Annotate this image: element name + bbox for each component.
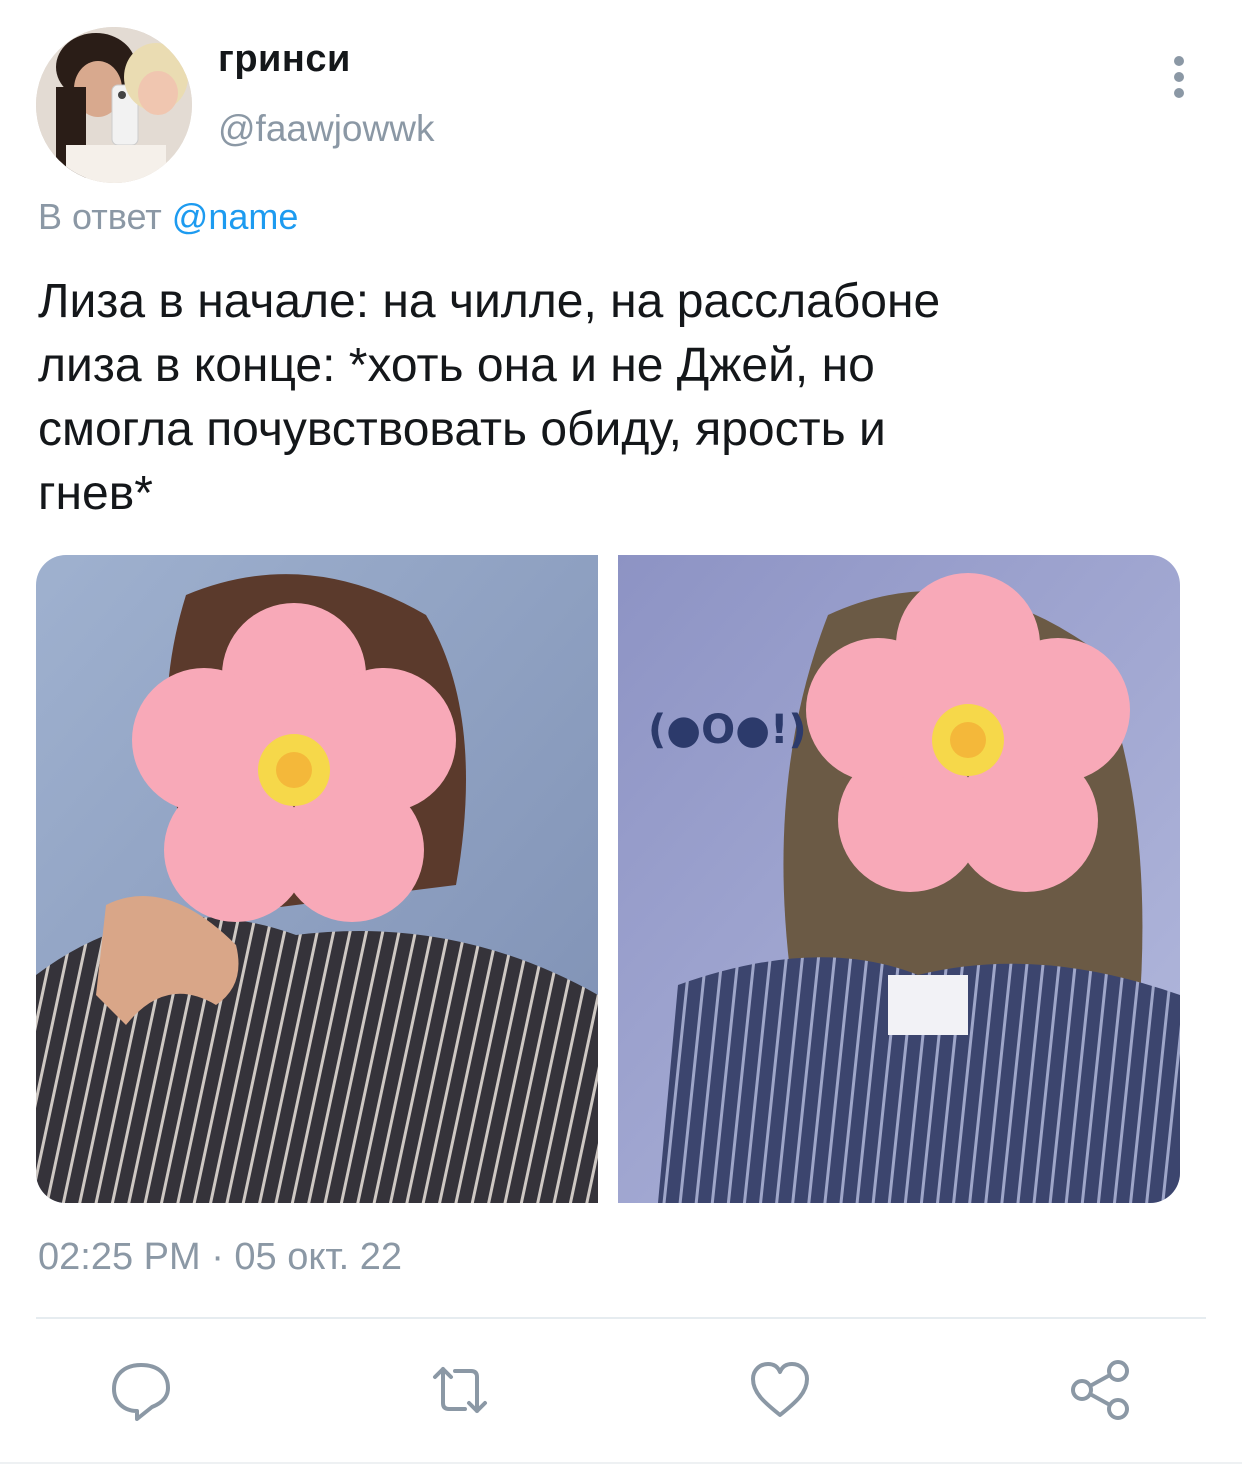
tweet-text: Лиза в начале: на чилле, на расслабоне л… (38, 275, 941, 520)
reply-prefix: В ответ (38, 196, 162, 237)
divider (36, 1317, 1206, 1319)
reply-mention-link[interactable]: @name (172, 196, 299, 237)
avatar[interactable] (36, 27, 192, 183)
photo-overlay-text: (●O●!) (648, 707, 807, 753)
tweet-timestamp[interactable]: 02:25 PM · 05 окт. 22 (38, 1236, 402, 1279)
more-options-icon[interactable] (1166, 55, 1192, 99)
media-photo-2[interactable]: (●O●!) (618, 555, 1180, 1203)
retweet-icon (433, 1367, 487, 1413)
comment-icon (112, 1363, 170, 1421)
media-grid: (●O●!) (36, 555, 1180, 1203)
reply-context: В ответ @name (38, 196, 298, 238)
heart-icon (751, 1362, 809, 1417)
reply-button[interactable] (106, 1355, 176, 1425)
like-button[interactable] (745, 1355, 815, 1425)
share-button[interactable] (1066, 1355, 1136, 1425)
author-display-name[interactable]: гринси (218, 38, 351, 81)
author-handle[interactable]: @faawjowwk (218, 108, 434, 150)
share-icon (1071, 1360, 1129, 1420)
media-photo-1[interactable] (36, 555, 598, 1203)
retweet-button[interactable] (425, 1355, 495, 1425)
bottom-divider (0, 1462, 1242, 1464)
